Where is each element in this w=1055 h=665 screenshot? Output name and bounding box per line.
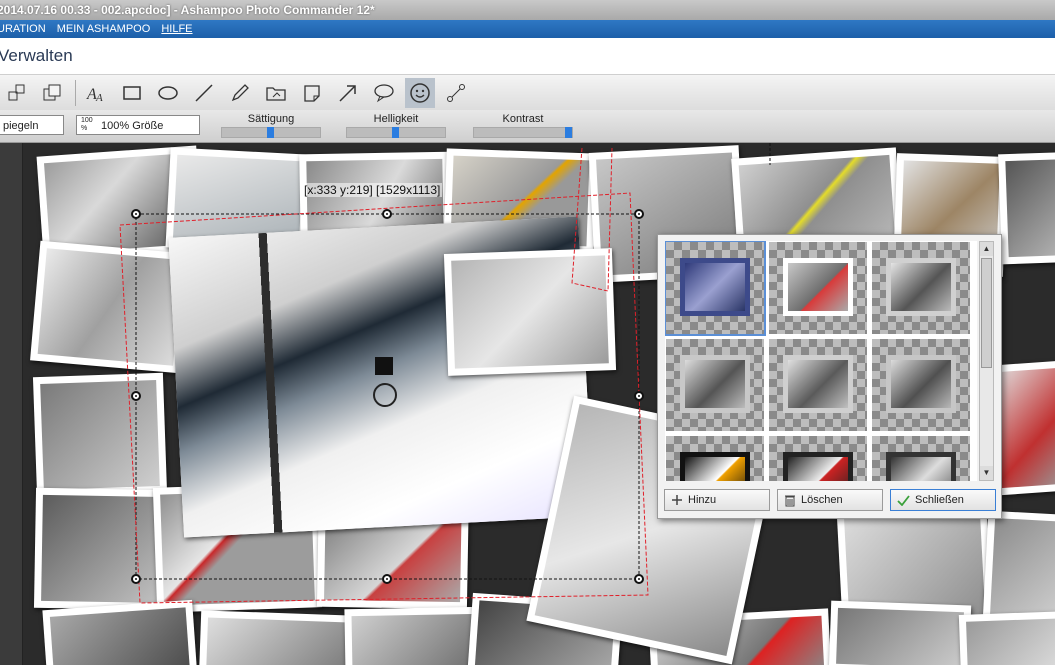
- speech-bubble-icon[interactable]: [369, 78, 399, 108]
- menu-configuration[interactable]: URATION: [0, 20, 46, 38]
- frame-option[interactable]: [666, 339, 764, 431]
- brightness-thumb[interactable]: [392, 127, 399, 138]
- scroll-thumb[interactable]: [981, 258, 992, 368]
- frame-grid-scrollbar[interactable]: ▲ ▼: [979, 241, 994, 481]
- copy-icon[interactable]: [37, 78, 67, 108]
- resize-handle-bottom-right[interactable]: [634, 574, 644, 584]
- window-title-bar: 2014.07.16 00.33 - 002.apcdoc] - Ashampo…: [0, 0, 1055, 20]
- resize-handle-right[interactable]: [634, 391, 644, 401]
- smiley-icon[interactable]: [405, 78, 435, 108]
- checkmark-icon: [897, 494, 910, 506]
- rotate-handle[interactable]: [373, 383, 397, 407]
- contrast-thumb[interactable]: [565, 127, 572, 138]
- resize-handle-top[interactable]: [382, 209, 392, 219]
- contrast-label: Kontrast: [502, 113, 544, 125]
- delete-button[interactable]: Löschen: [777, 489, 883, 511]
- ellipse-icon[interactable]: [153, 78, 183, 108]
- add-button[interactable]: Hinzu: [664, 489, 770, 511]
- resize-handle-bottom[interactable]: [382, 574, 392, 584]
- close-button[interactable]: Schließen: [890, 489, 996, 511]
- connector-icon[interactable]: [441, 78, 471, 108]
- size-label: 100% Größe: [101, 120, 164, 132]
- resize-handle-top-left[interactable]: [131, 209, 141, 219]
- menu-help[interactable]: HILFE: [161, 20, 192, 38]
- rectangle-icon[interactable]: [117, 78, 147, 108]
- size-field[interactable]: 100 % 100% Größe: [76, 115, 200, 135]
- menu-bar: URATION MEIN ASHAMPOO HILFE: [0, 20, 1055, 38]
- saturation-track[interactable]: [221, 127, 321, 138]
- drawing-toolbar: AA: [0, 74, 1055, 111]
- saturation-slider[interactable]: Sättigung: [221, 113, 321, 138]
- section-header: Verwalten: [0, 38, 1055, 74]
- frame-option[interactable]: [769, 242, 867, 334]
- window-title: 2014.07.16 00.33 - 002.apcdoc] - Ashampo…: [0, 3, 375, 17]
- options-bar: piegeln 100 % 100% Größe Sättigung Helli…: [0, 110, 1055, 143]
- note-icon[interactable]: [297, 78, 327, 108]
- saturation-label: Sättigung: [247, 113, 295, 125]
- brightness-label: Helligkeit: [373, 113, 419, 125]
- contrast-slider[interactable]: Kontrast: [473, 113, 573, 138]
- frame-option[interactable]: [769, 436, 867, 481]
- size-percent-icon: 100 %: [81, 117, 93, 132]
- svg-text:A: A: [95, 92, 103, 104]
- plus-icon: [672, 495, 682, 505]
- trash-icon: [785, 495, 795, 506]
- arrow-icon[interactable]: [333, 78, 363, 108]
- frame-option[interactable]: [872, 436, 970, 481]
- menu-my-ashampoo[interactable]: MEIN ASHAMPOO: [57, 20, 151, 38]
- text-icon[interactable]: AA: [81, 78, 111, 108]
- line-icon[interactable]: [189, 78, 219, 108]
- frame-option[interactable]: [872, 339, 970, 431]
- position-readout: [x:333 y:219] [1529x1113]: [302, 183, 443, 197]
- mirror-field[interactable]: piegeln: [0, 115, 64, 135]
- folder-icon[interactable]: [261, 78, 291, 108]
- frame-picker-panel: ▲ ▼ Hinzu Löschen Schließen: [657, 234, 1002, 519]
- frame-option[interactable]: [665, 241, 766, 336]
- toolbar-separator: [75, 80, 76, 106]
- frame-option[interactable]: [666, 436, 764, 481]
- frame-option[interactable]: [769, 339, 867, 431]
- scroll-down-arrow-icon[interactable]: ▼: [980, 466, 993, 480]
- resize-handle-left[interactable]: [131, 391, 141, 401]
- resize-handle-top-right[interactable]: [634, 209, 644, 219]
- brightness-track[interactable]: [346, 127, 446, 138]
- scroll-up-arrow-icon[interactable]: ▲: [980, 242, 993, 256]
- arrange-icon[interactable]: [2, 78, 32, 108]
- frame-grid: [665, 241, 977, 481]
- close-button-label: Schließen: [915, 494, 964, 506]
- contrast-track[interactable]: [473, 127, 573, 138]
- mirror-label: piegeln: [3, 120, 39, 132]
- pencil-icon[interactable]: [225, 78, 255, 108]
- delete-button-label: Löschen: [801, 494, 843, 506]
- add-button-label: Hinzu: [688, 494, 717, 506]
- move-handle[interactable]: [375, 357, 393, 375]
- saturation-thumb[interactable]: [267, 127, 274, 138]
- frame-option[interactable]: [872, 242, 970, 334]
- brightness-slider[interactable]: Helligkeit: [346, 113, 446, 138]
- section-title: Verwalten: [0, 46, 73, 65]
- resize-handle-bottom-left[interactable]: [131, 574, 141, 584]
